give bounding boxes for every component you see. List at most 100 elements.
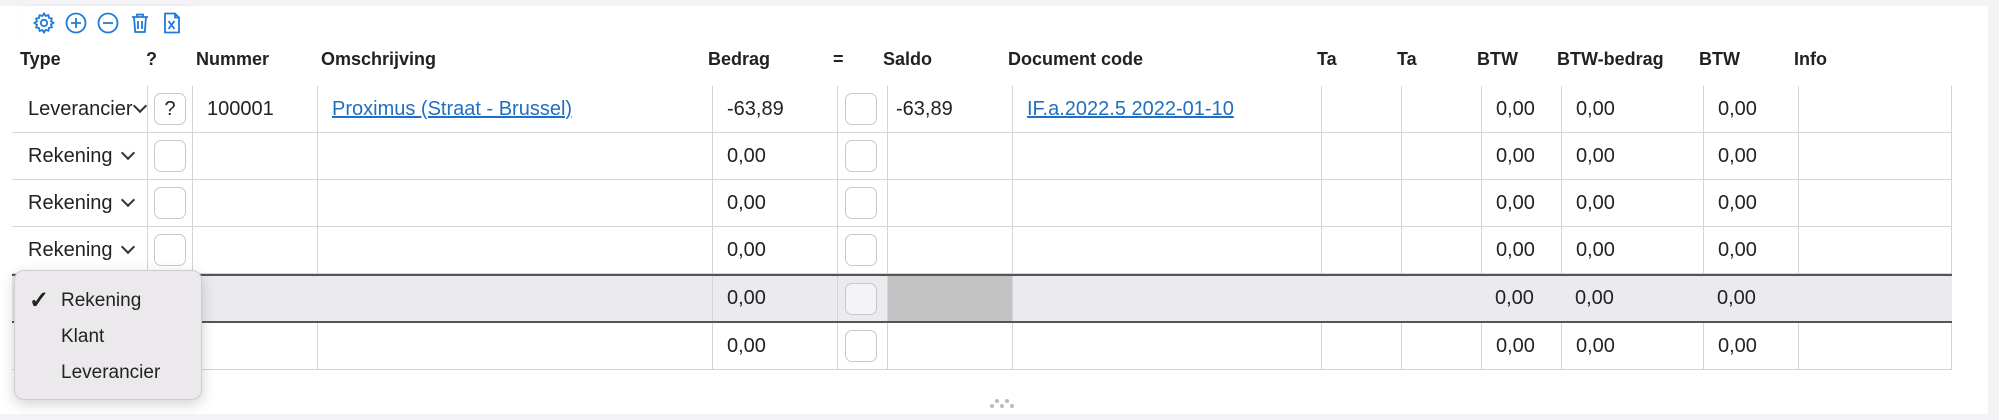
question-button[interactable] bbox=[154, 187, 186, 219]
document-code-cell[interactable] bbox=[1012, 133, 1321, 179]
document-code-link[interactable]: IF.a.2022.5 2022-01-10 bbox=[1027, 98, 1234, 121]
document-code-cell[interactable] bbox=[1012, 227, 1321, 273]
omschrijving-cell[interactable] bbox=[317, 227, 712, 273]
nummer-cell[interactable] bbox=[192, 227, 317, 273]
trash-icon[interactable] bbox=[126, 9, 154, 37]
ta-cell-2[interactable] bbox=[1401, 323, 1481, 369]
minus-circle-icon[interactable] bbox=[94, 9, 122, 37]
document-code-cell[interactable] bbox=[1012, 323, 1321, 369]
header-btw-bedrag[interactable]: BTW-bedrag bbox=[1557, 44, 1668, 74]
header-question[interactable]: ? bbox=[146, 44, 166, 74]
ta-cell-2[interactable] bbox=[1401, 86, 1481, 132]
document-code-cell[interactable]: IF.a.2022.5 2022-01-10 bbox=[1012, 86, 1321, 132]
info-cell[interactable] bbox=[1798, 323, 1952, 369]
header-omschrijving[interactable]: Omschrijving bbox=[321, 44, 521, 74]
ta-cell-1[interactable] bbox=[1321, 133, 1401, 179]
omschrijving-cell[interactable] bbox=[317, 180, 712, 226]
balance-checkbox[interactable] bbox=[845, 234, 877, 266]
header-ta-1[interactable]: Ta bbox=[1317, 44, 1339, 74]
bedrag-cell[interactable]: 0,00 bbox=[712, 180, 837, 226]
menu-item-leverancier[interactable]: Leverancier bbox=[15, 355, 201, 391]
ta-cell-1[interactable] bbox=[1321, 276, 1401, 321]
btw-cell-1[interactable]: 0,00 bbox=[1481, 180, 1561, 226]
info-cell[interactable] bbox=[1798, 227, 1952, 273]
header-bedrag[interactable]: Bedrag bbox=[708, 44, 808, 74]
ta-cell-1[interactable] bbox=[1321, 227, 1401, 273]
plus-circle-icon[interactable] bbox=[62, 9, 90, 37]
btw-cell-1[interactable]: 0,00 bbox=[1481, 323, 1561, 369]
saldo-cell[interactable] bbox=[887, 227, 1012, 273]
resize-handle-icon[interactable] bbox=[990, 398, 1014, 410]
header-saldo[interactable]: Saldo bbox=[883, 44, 983, 74]
header-type[interactable]: Type bbox=[20, 44, 110, 74]
omschrijving-link[interactable]: Proximus (Straat - Brussel) bbox=[332, 98, 572, 121]
menu-item-klant[interactable]: Klant bbox=[15, 319, 201, 355]
btw-cell-1[interactable]: 0,00 bbox=[1481, 276, 1561, 321]
header-ta-2[interactable]: Ta bbox=[1397, 44, 1419, 74]
ta-cell-1[interactable] bbox=[1321, 323, 1401, 369]
ta-cell-1[interactable] bbox=[1321, 86, 1401, 132]
btw-bedrag-cell[interactable]: 0,00 bbox=[1561, 227, 1703, 273]
bedrag-cell[interactable]: 0,00 bbox=[712, 276, 837, 321]
saldo-cell[interactable] bbox=[887, 323, 1012, 369]
btw-cell-2[interactable]: 0,00 bbox=[1703, 86, 1798, 132]
balance-checkbox[interactable] bbox=[845, 330, 877, 362]
ta-cell-2[interactable] bbox=[1401, 133, 1481, 179]
ta-cell-2[interactable] bbox=[1401, 227, 1481, 273]
type-select[interactable]: Rekening bbox=[12, 133, 147, 179]
btw-cell-2[interactable]: 0,00 bbox=[1703, 323, 1798, 369]
ta-cell-1[interactable] bbox=[1321, 180, 1401, 226]
info-cell[interactable] bbox=[1798, 276, 1952, 321]
btw-bedrag-cell[interactable]: 0,00 bbox=[1561, 323, 1703, 369]
saldo-cell[interactable] bbox=[887, 276, 1012, 321]
balance-checkbox[interactable] bbox=[845, 93, 877, 125]
document-code-cell[interactable] bbox=[1012, 180, 1321, 226]
bedrag-cell[interactable]: 0,00 bbox=[712, 227, 837, 273]
header-equals[interactable]: = bbox=[833, 44, 863, 74]
omschrijving-cell[interactable] bbox=[317, 133, 712, 179]
balance-checkbox[interactable] bbox=[845, 187, 877, 219]
btw-cell-1[interactable]: 0,00 bbox=[1481, 133, 1561, 179]
nummer-cell[interactable] bbox=[192, 276, 317, 321]
btw-bedrag-cell[interactable]: 0,00 bbox=[1561, 133, 1703, 179]
saldo-cell[interactable] bbox=[887, 133, 1012, 179]
info-cell[interactable] bbox=[1798, 133, 1952, 179]
saldo-cell[interactable]: -63,89 bbox=[887, 86, 1012, 132]
menu-item-rekening[interactable]: ✓ Rekening bbox=[15, 283, 201, 319]
question-button[interactable] bbox=[154, 140, 186, 172]
bedrag-cell[interactable]: 0,00 bbox=[712, 323, 837, 369]
btw-bedrag-cell[interactable]: 0,00 bbox=[1561, 86, 1703, 132]
btw-cell-2[interactable]: 0,00 bbox=[1703, 133, 1798, 179]
nummer-cell[interactable]: 100001 bbox=[192, 86, 317, 132]
bedrag-cell[interactable]: 0,00 bbox=[712, 133, 837, 179]
excel-icon[interactable] bbox=[158, 9, 186, 37]
header-nummer[interactable]: Nummer bbox=[196, 44, 296, 74]
omschrijving-cell[interactable]: Proximus (Straat - Brussel) bbox=[317, 86, 712, 132]
header-btw-2[interactable]: BTW bbox=[1699, 44, 1743, 74]
omschrijving-cell[interactable] bbox=[317, 276, 712, 321]
type-select[interactable]: Rekening bbox=[12, 180, 147, 226]
info-cell[interactable] bbox=[1798, 86, 1952, 132]
gear-icon[interactable] bbox=[30, 9, 58, 37]
btw-cell-2[interactable]: 0,00 bbox=[1703, 180, 1798, 226]
header-info[interactable]: Info bbox=[1794, 44, 1874, 74]
header-btw-1[interactable]: BTW bbox=[1477, 44, 1521, 74]
btw-bedrag-cell[interactable]: 0,00 bbox=[1561, 276, 1703, 321]
btw-bedrag-cell[interactable]: 0,00 bbox=[1561, 180, 1703, 226]
btw-cell-1[interactable]: 0,00 bbox=[1481, 227, 1561, 273]
type-select[interactable]: Leverancier bbox=[12, 86, 147, 132]
type-select[interactable]: Rekening bbox=[12, 227, 147, 273]
btw-cell-2[interactable]: 0,00 bbox=[1703, 276, 1798, 321]
balance-checkbox[interactable] bbox=[845, 282, 877, 315]
ta-cell-2[interactable] bbox=[1401, 276, 1481, 321]
omschrijving-cell[interactable] bbox=[317, 323, 712, 369]
saldo-cell[interactable] bbox=[887, 180, 1012, 226]
ta-cell-2[interactable] bbox=[1401, 180, 1481, 226]
nummer-cell[interactable] bbox=[192, 180, 317, 226]
nummer-cell[interactable] bbox=[192, 133, 317, 179]
question-button[interactable]: ? bbox=[154, 93, 186, 125]
nummer-cell[interactable] bbox=[192, 323, 317, 369]
btw-cell-2[interactable]: 0,00 bbox=[1703, 227, 1798, 273]
document-code-cell[interactable] bbox=[1012, 276, 1321, 321]
bedrag-cell[interactable]: -63,89 bbox=[712, 86, 837, 132]
